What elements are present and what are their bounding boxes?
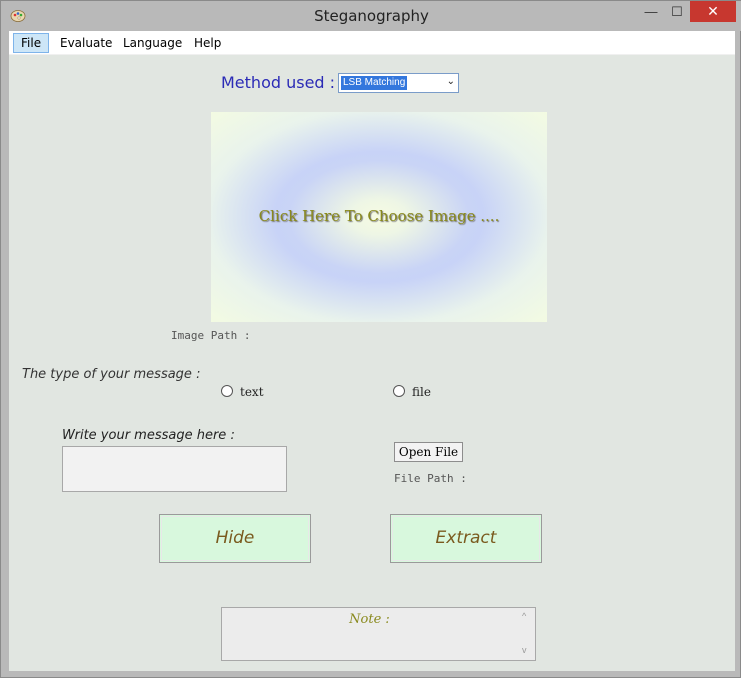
menu-evaluate[interactable]: Evaluate — [53, 33, 119, 53]
menu-help[interactable]: Help — [187, 33, 228, 53]
radio-text-label[interactable]: text — [240, 385, 264, 399]
hide-button[interactable]: Hide — [159, 514, 311, 563]
method-label: Method used : — [221, 73, 336, 92]
choose-image-prompt: Click Here To Choose Image .... — [258, 207, 500, 225]
note-scrollbar[interactable]: ^ v — [518, 608, 535, 660]
file-path-label: File Path : — [394, 472, 467, 485]
open-file-button[interactable]: Open File — [394, 442, 463, 462]
window-title: Steganography — [314, 7, 429, 25]
app-window: Steganography — ☐ ✕ File Evaluate Langua… — [0, 0, 741, 678]
main-form: File Evaluate Language Help Method used … — [9, 31, 735, 671]
scroll-up-icon[interactable]: ^ — [522, 611, 526, 621]
method-select[interactable]: LSB Matching ⌄ — [338, 73, 459, 93]
close-button[interactable]: ✕ — [690, 1, 736, 22]
note-textarea[interactable]: Note : ^ v — [221, 607, 536, 661]
extract-button[interactable]: Extract — [390, 514, 542, 563]
radio-text[interactable] — [221, 385, 233, 397]
maximize-button[interactable]: ☐ — [664, 1, 690, 22]
choose-image-area[interactable]: Click Here To Choose Image .... — [211, 112, 547, 322]
scroll-down-icon[interactable]: v — [522, 645, 527, 655]
title-bar[interactable]: Steganography — ☐ ✕ — [1, 1, 741, 31]
menu-file[interactable]: File — [13, 33, 50, 53]
image-path-label: Image Path : — [171, 329, 251, 342]
minimize-button[interactable]: — — [637, 1, 665, 22]
radio-file-label[interactable]: file — [412, 385, 431, 399]
message-input[interactable] — [62, 446, 287, 492]
menu-language[interactable]: Language — [116, 33, 189, 53]
menu-bar: File Evaluate Language Help — [9, 31, 735, 55]
radio-file[interactable] — [393, 385, 405, 397]
chevron-down-icon[interactable]: ⌄ — [447, 76, 455, 87]
note-label: Note : — [349, 612, 390, 627]
message-type-label: The type of your message : — [22, 367, 201, 382]
method-selected-value: LSB Matching — [341, 76, 408, 90]
write-message-label: Write your message here : — [62, 428, 235, 443]
